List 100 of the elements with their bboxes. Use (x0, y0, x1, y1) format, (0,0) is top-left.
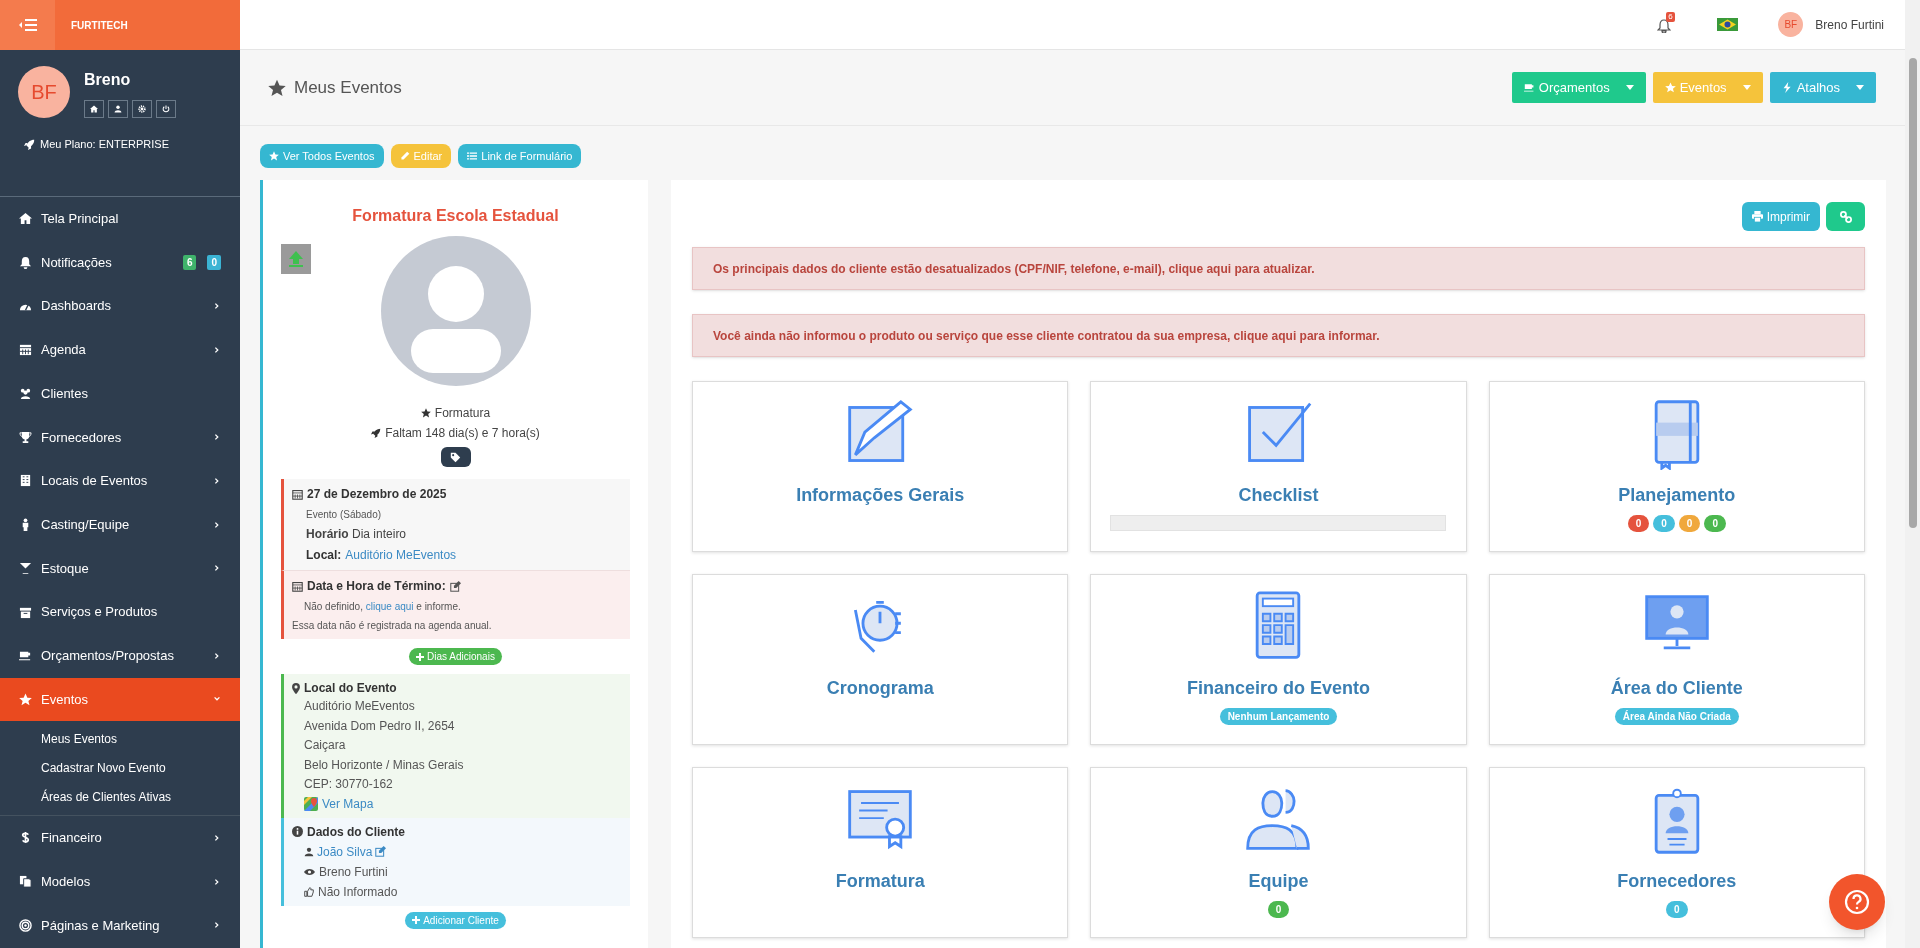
module-card[interactable]: Área do Cliente Área Ainda Não Criada (1488, 574, 1865, 745)
caret-icon (1625, 85, 1634, 90)
print-button[interactable]: Imprimir (1741, 202, 1820, 231)
submenu-item[interactable]: Áreas de Clientes Ativas (0, 782, 240, 813)
sidebar-item[interactable]: Casting/Equipe (0, 502, 240, 547)
sidebar-item[interactable]: Agenda (0, 328, 240, 372)
user-avatar: BF (18, 66, 70, 118)
sidebar-item[interactable]: Fornecedores (0, 415, 240, 460)
dollar-icon (19, 831, 32, 845)
count-badge: 0 (1653, 515, 1675, 532)
place-link[interactable]: Auditório MeEventos (345, 546, 457, 564)
rocket-icon (24, 138, 35, 150)
count-badge: 0 (1704, 515, 1726, 532)
venue-address-line: Avenida Dom Pedro II, 2654 (304, 717, 456, 735)
module-card[interactable]: Formatura (692, 767, 1069, 938)
dropdown-button[interactable]: Atalhos (1769, 72, 1876, 103)
star-icon (1664, 82, 1676, 93)
plus-icon (416, 652, 425, 661)
calendar-icon (292, 580, 303, 592)
users-icon (19, 387, 32, 401)
home-button[interactable] (84, 100, 104, 118)
sidebar-item[interactable]: Modelos (0, 859, 240, 904)
help-icon (1844, 889, 1870, 915)
sidebar-item[interactable]: Notificações 6 0 (0, 240, 240, 285)
module-card[interactable]: Equipe 0 (1090, 767, 1467, 938)
star-icon (268, 78, 286, 97)
tags-button[interactable] (440, 447, 471, 467)
calendar-icon (19, 343, 32, 357)
sidebar-item[interactable]: Serviços e Produtos (0, 590, 240, 634)
scrollbar[interactable] (1905, 0, 1920, 948)
countdown-text: Faltam 148 dia(s) e 7 hora(s) (385, 425, 540, 442)
sidebar-item[interactable]: Dashboards (0, 284, 240, 329)
module-card[interactable]: Checklist (1090, 381, 1467, 552)
map-pin-icon (292, 682, 300, 694)
warning-alert[interactable]: Você ainda não informou o produto ou serviço que esse cliente contratou da sua empresa, clique aqui para informar. (692, 314, 1865, 357)
venue-address-line: Auditório MeEventos (304, 698, 416, 715)
set-date-link[interactable]: clique aqui (365, 601, 414, 612)
bell-icon (1657, 18, 1672, 33)
power-icon (162, 105, 170, 113)
user-name: Breno (84, 70, 132, 90)
trophy-icon (19, 430, 32, 444)
sidebar-item[interactable]: Orçamentos/Propostas (0, 633, 240, 678)
submenu-item[interactable]: Meus Eventos (0, 724, 240, 754)
edit-button[interactable] (449, 580, 462, 592)
plus-icon (412, 916, 421, 924)
edit-button[interactable] (375, 845, 388, 858)
logout-button[interactable] (156, 100, 176, 118)
profile-button[interactable] (108, 100, 128, 118)
action-button[interactable]: Link de Formulário (458, 144, 582, 168)
module-card[interactable]: Planejamento 0 0 0 0 (1488, 381, 1865, 552)
end-date-text: Não definido, clique aqui e informe. (304, 600, 462, 614)
thumbs-up-icon (304, 886, 314, 897)
count-badge: 0 (1678, 515, 1701, 532)
star-icon (19, 692, 32, 706)
star-icon (269, 151, 279, 161)
lightning-icon (1781, 82, 1793, 93)
client-name-link[interactable]: João Silva (317, 842, 373, 861)
additional-days-button[interactable]: Dias Adicionais (409, 648, 502, 665)
weekday-text: Evento (Sábado) (306, 508, 383, 522)
settings-icon (138, 105, 146, 113)
user-icon (304, 846, 314, 857)
sidebar-item[interactable]: Páginas e Marketing (0, 903, 240, 948)
flag-icon[interactable] (1717, 18, 1739, 31)
menu-toggle-button[interactable] (0, 0, 55, 50)
module-card[interactable]: Informações Gerais (692, 381, 1069, 552)
count-badge: 0 (1666, 901, 1688, 918)
target-icon (19, 918, 32, 932)
count-badge: 0 (207, 255, 221, 271)
user-avatar: BF (1778, 12, 1804, 37)
user-name[interactable]: Breno Furtini (1815, 15, 1884, 34)
count-badge: Área Ainda Não Criada (1614, 708, 1739, 725)
client-section-title: Dados do Cliente (307, 823, 405, 841)
home-icon (19, 212, 32, 226)
sidebar-item[interactable]: Eventos (0, 677, 240, 722)
printer-icon (1751, 211, 1763, 222)
count-badge: 0 (1267, 901, 1290, 918)
place-label: Local: (306, 547, 342, 564)
sidebar-item[interactable]: Estoque (0, 546, 240, 591)
module-card[interactable]: Cronograma (692, 574, 1069, 745)
info-icon (292, 826, 303, 837)
submenu-item[interactable]: Cadastrar Novo Evento (0, 753, 240, 783)
box-icon (19, 605, 32, 619)
venue-address-line: Caiçara (304, 737, 347, 754)
sidebar-item[interactable]: Financeiro (0, 816, 240, 860)
settings-button[interactable] (132, 100, 152, 118)
view-map-link[interactable]: Ver Mapa (322, 794, 374, 813)
time-text: Horário Dia inteiro (306, 526, 408, 543)
end-date-title: Data e Hora de Término: (307, 578, 446, 595)
sidebar-item[interactable]: Tela Principal (0, 197, 240, 241)
warning-alert[interactable]: Os principais dados do cliente estão desatualizados (CPF/NIF, telefone, e-mail), clique aqui para atualizar. (692, 247, 1865, 290)
notifications-button[interactable]: 6 (1657, 14, 1678, 35)
venue-title: Local do Evento (304, 680, 397, 697)
sidebar-item[interactable]: Clientes (0, 371, 240, 416)
module-card[interactable]: Financeiro do Evento Nenhum Lançamento (1090, 574, 1467, 745)
sidebar-item[interactable]: Locais de Eventos (0, 459, 240, 503)
event-type: Formatura (434, 405, 491, 422)
brand-name: FURTITECH (71, 18, 128, 33)
action-button[interactable]: Ver Todos Eventos (260, 144, 384, 168)
rocket-icon (371, 428, 382, 438)
map-icon (304, 796, 318, 811)
